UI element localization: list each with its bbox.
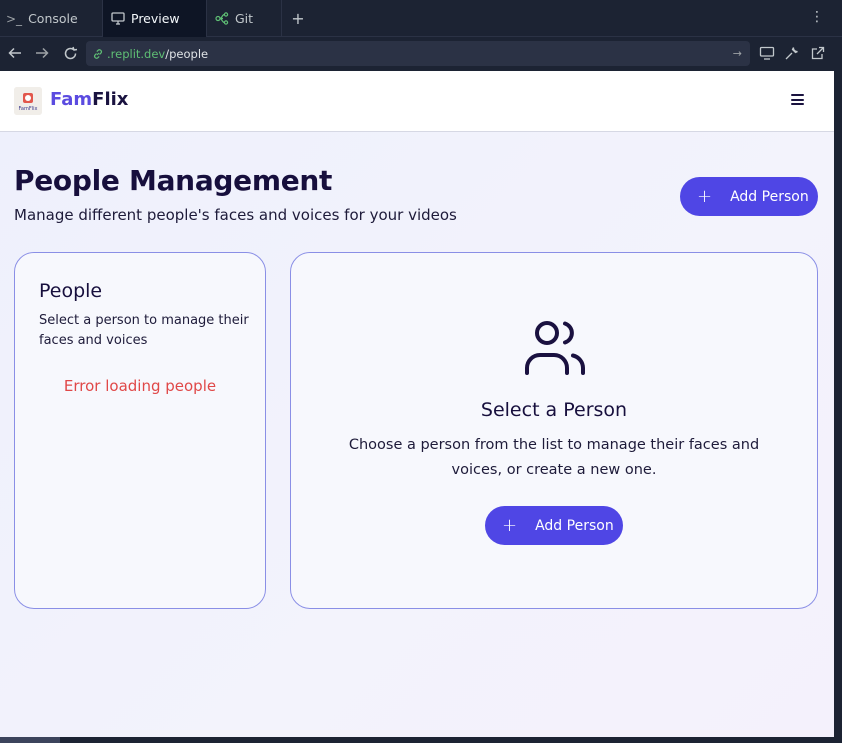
menu-icon[interactable] xyxy=(791,94,804,105)
person-detail-card: Select a Person Choose a person from the… xyxy=(290,252,818,609)
url-path: /people xyxy=(165,46,209,61)
plus-icon: + xyxy=(502,514,518,536)
users-icon xyxy=(523,319,587,377)
workspace-tabbar: >_ Console Preview Git + ⋮ xyxy=(0,0,842,37)
error-message: Error loading people xyxy=(63,377,217,395)
open-external-icon[interactable] xyxy=(810,45,826,61)
people-card-title: People xyxy=(39,280,103,302)
plus-icon: + xyxy=(697,185,713,207)
go-arrow-icon[interactable]: → xyxy=(733,47,742,60)
svg-text:FamFlix: FamFlix xyxy=(19,106,38,112)
page-title: People Management xyxy=(14,164,333,197)
app-header: FamFlix FamFlix xyxy=(0,71,834,132)
url-field[interactable]: .replit.dev/people → xyxy=(86,41,750,66)
tab-git[interactable]: Git xyxy=(207,0,282,37)
page-subtitle: Manage different people's faces and voic… xyxy=(14,206,457,224)
reload-icon[interactable] xyxy=(61,44,79,62)
url-host: .replit.dev xyxy=(107,46,166,61)
tab-console[interactable]: >_ Console xyxy=(6,0,102,37)
back-arrow-icon[interactable] xyxy=(6,44,24,62)
link-icon xyxy=(92,48,104,60)
forward-arrow-icon[interactable] xyxy=(33,44,51,62)
devices-icon[interactable] xyxy=(759,45,775,61)
add-person-label: Add Person xyxy=(730,188,809,205)
more-options-icon[interactable]: ⋮ xyxy=(810,9,824,25)
tab-label: Console xyxy=(28,11,78,26)
scrollbar-thumb[interactable] xyxy=(0,737,60,743)
empty-state-title: Select a Person xyxy=(480,399,628,421)
add-person-empty-button[interactable]: + Add Person xyxy=(485,506,623,545)
git-branch-icon xyxy=(215,12,229,25)
browser-url-bar: .replit.dev/people → xyxy=(0,37,842,70)
empty-state-description: Choose a person from the list to manage … xyxy=(348,437,760,478)
people-list-card: People Select a person to manage their f… xyxy=(14,252,266,609)
monitor-icon xyxy=(111,12,125,25)
brand-name[interactable]: FamFlix xyxy=(50,89,128,110)
people-card-description: Select a person to manage their faces an… xyxy=(39,313,249,348)
tab-preview[interactable]: Preview xyxy=(102,0,207,37)
tab-label: Preview xyxy=(131,11,180,26)
horizontal-scrollbar[interactable] xyxy=(0,737,842,743)
app-viewport: FamFlix FamFlix People Management Manage… xyxy=(0,71,834,737)
add-person-button[interactable]: + Add Person xyxy=(680,177,818,216)
add-tab-button[interactable]: + xyxy=(290,0,306,37)
logo-image[interactable]: FamFlix xyxy=(14,87,42,115)
tab-label: Git xyxy=(235,11,254,26)
scrollbar-track[interactable] xyxy=(834,71,842,743)
add-person-empty-label: Add Person xyxy=(535,517,614,534)
wrench-icon[interactable] xyxy=(784,45,800,61)
terminal-icon: >_ xyxy=(6,11,23,26)
